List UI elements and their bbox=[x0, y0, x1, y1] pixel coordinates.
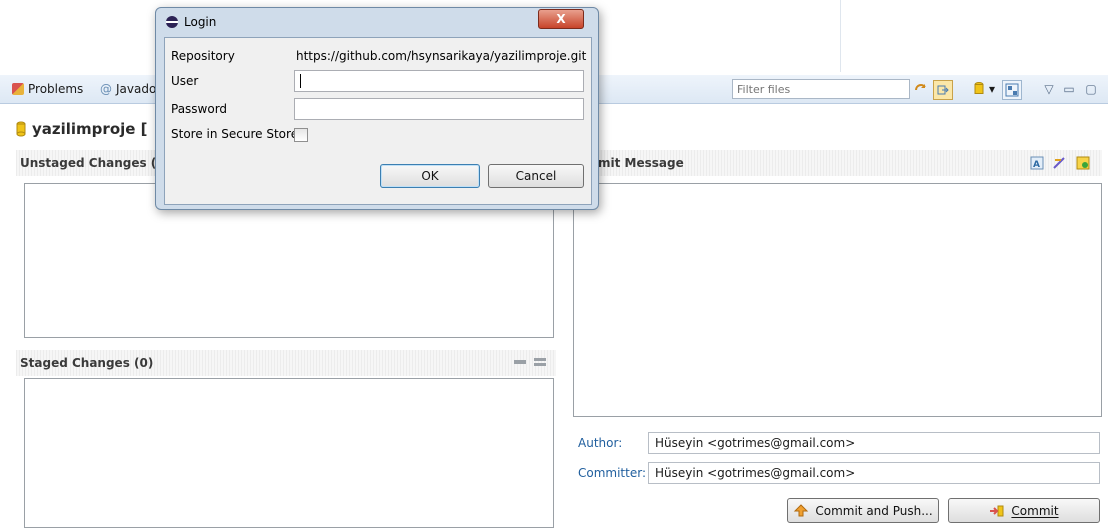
repository-name: yazilimproje [ bbox=[32, 120, 148, 138]
link-selection-icon[interactable] bbox=[933, 80, 953, 100]
password-input[interactable] bbox=[294, 98, 584, 120]
dialog-titlebar[interactable]: Login X bbox=[156, 8, 598, 36]
collapse-all-icon[interactable] bbox=[514, 360, 526, 364]
staged-changes-header: Staged Changes (0) bbox=[16, 350, 556, 376]
author-label: Author: bbox=[578, 436, 623, 450]
add-change-id-icon[interactable] bbox=[1076, 156, 1090, 173]
staged-changes-list[interactable] bbox=[24, 378, 554, 528]
password-label: Password bbox=[171, 102, 228, 116]
committer-field[interactable]: Hüseyin <gotrimes@gmail.com> bbox=[648, 462, 1100, 484]
commit-button[interactable]: Commit bbox=[948, 498, 1100, 523]
dialog-body: Repository https://github.com/hsynsarika… bbox=[164, 37, 592, 205]
editor-divider bbox=[840, 0, 841, 72]
repository-header: yazilimproje [ bbox=[16, 117, 148, 141]
close-button[interactable]: X bbox=[538, 9, 584, 29]
tab-javadoc[interactable]: @ Javado bbox=[100, 80, 156, 98]
problems-icon bbox=[12, 83, 24, 95]
presentation-icon[interactable] bbox=[534, 358, 546, 366]
svg-text:A: A bbox=[1033, 160, 1040, 170]
repository-label: Repository bbox=[171, 49, 235, 63]
close-icon: X bbox=[556, 12, 566, 26]
view-menu-icon[interactable]: ▽ bbox=[1040, 80, 1058, 98]
commit-label: Commit bbox=[1011, 503, 1059, 518]
user-input[interactable] bbox=[294, 70, 584, 92]
commit-icon bbox=[990, 505, 1004, 516]
eclipse-icon bbox=[165, 15, 179, 32]
repo-icon bbox=[16, 121, 26, 137]
staged-changes-label: Staged Changes (0) bbox=[20, 356, 154, 370]
minimize-icon[interactable]: ▭ bbox=[1060, 80, 1078, 98]
cancel-button[interactable]: Cancel bbox=[488, 164, 584, 188]
tab-javadoc-label: Javado bbox=[116, 82, 157, 96]
spell-check-icon[interactable]: A bbox=[1030, 156, 1044, 173]
filter-files-input[interactable] bbox=[732, 79, 910, 99]
chevron-down-icon[interactable]: ▾ bbox=[986, 80, 998, 98]
cancel-label: Cancel bbox=[515, 169, 557, 183]
store-secure-label: Store in Secure Store bbox=[171, 127, 299, 141]
committer-label: Committer: bbox=[578, 466, 646, 480]
refresh-icon[interactable] bbox=[912, 80, 930, 98]
commit-message-header: mit Message A bbox=[574, 150, 1102, 176]
text-caret bbox=[300, 74, 301, 88]
push-icon bbox=[794, 503, 809, 516]
author-field[interactable]: Hüseyin <gotrimes@gmail.com> bbox=[648, 432, 1100, 454]
commit-and-push-button[interactable]: Commit and Push... bbox=[787, 498, 939, 523]
sign-off-icon[interactable] bbox=[1052, 156, 1068, 173]
tab-problems-label: Problems bbox=[28, 82, 84, 96]
ok-button[interactable]: OK bbox=[380, 164, 480, 188]
tab-problems[interactable]: Problems bbox=[12, 80, 83, 98]
maximize-icon[interactable]: ▢ bbox=[1082, 80, 1100, 98]
commit-message-input[interactable] bbox=[573, 183, 1102, 417]
store-secure-checkbox[interactable] bbox=[294, 128, 308, 142]
dialog-title: Login bbox=[184, 15, 217, 29]
layout-icon[interactable] bbox=[1002, 80, 1022, 100]
commit-and-push-label: Commit and Push... bbox=[815, 503, 933, 518]
repository-url: https://github.com/hsynsarikaya/yazilimp… bbox=[296, 49, 587, 63]
javadoc-icon: @ bbox=[100, 82, 112, 96]
unstaged-changes-label: Unstaged Changes (0) bbox=[20, 156, 171, 170]
login-dialog: Login X Repository https://github.com/hs… bbox=[155, 7, 599, 210]
user-label: User bbox=[171, 74, 199, 88]
ok-label: OK bbox=[421, 169, 439, 183]
commit-message-label: mit Message bbox=[598, 156, 684, 170]
